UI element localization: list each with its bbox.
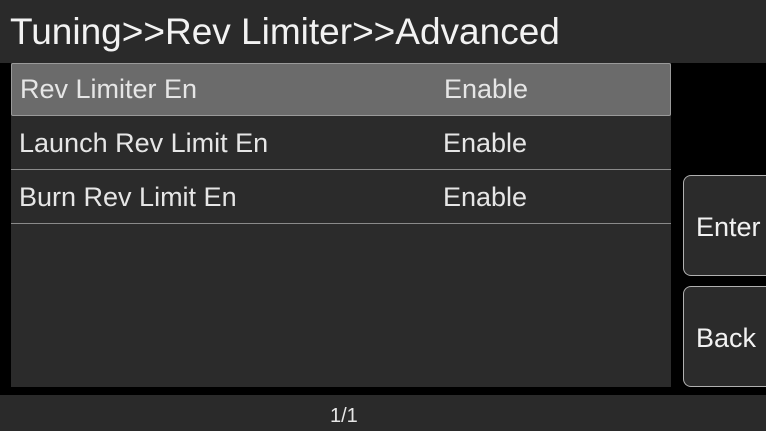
footer-bar: 1/1 bbox=[0, 395, 766, 431]
list-item-rev-limiter-en[interactable]: Rev Limiter En Enable bbox=[11, 63, 671, 116]
list-item-value: Enable bbox=[443, 182, 528, 212]
enter-button-label: Enter bbox=[696, 212, 761, 242]
list-item-label: Burn Rev Limit En bbox=[19, 182, 237, 212]
page-title: Tuning>>Rev Limiter>>Advanced bbox=[10, 11, 560, 52]
list-item-label: Rev Limiter En bbox=[20, 74, 198, 104]
title-bar: Tuning>>Rev Limiter>>Advanced bbox=[0, 0, 766, 63]
settings-list: Rev Limiter En Enable Launch Rev Limit E… bbox=[11, 63, 671, 387]
enter-button[interactable]: Enter bbox=[683, 175, 766, 276]
list-item-value: Enable bbox=[443, 128, 528, 158]
list-item-label: Launch Rev Limit En bbox=[19, 128, 269, 158]
list-item-burn-rev-limit-en[interactable]: Burn Rev Limit En Enable bbox=[11, 171, 671, 224]
back-button-label: Back bbox=[696, 323, 757, 353]
page-indicator: 1/1 bbox=[330, 405, 358, 427]
list-item-launch-rev-limit-en[interactable]: Launch Rev Limit En Enable bbox=[11, 117, 671, 170]
list-item-value: Enable bbox=[444, 74, 529, 104]
back-button[interactable]: Back bbox=[683, 286, 766, 387]
